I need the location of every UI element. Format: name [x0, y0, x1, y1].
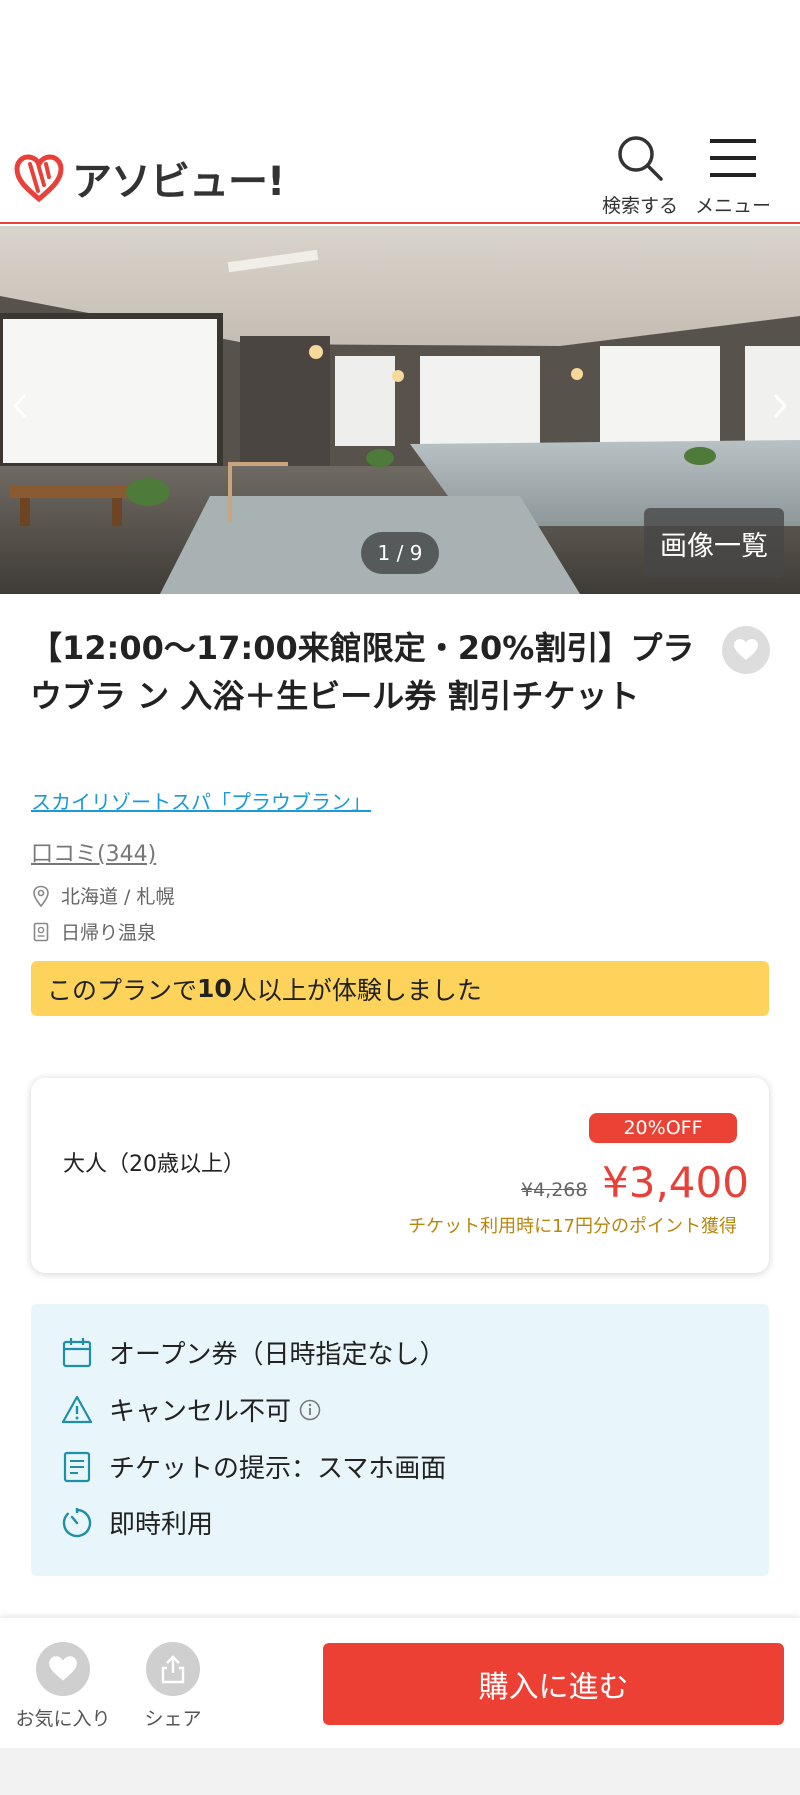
favorite-button[interactable]: お気に入り: [13, 1642, 113, 1731]
share-label: シェア: [144, 1708, 202, 1730]
share-button[interactable]: シェア: [123, 1642, 223, 1731]
menu-button[interactable]: メニュー: [688, 132, 778, 218]
site-header: アソビュー! 検索する メニュー: [0, 120, 800, 224]
bottom-action-bar: お気に入り シェア 購入に進む: [0, 1618, 800, 1748]
info-text-2: キャンセル不可: [109, 1397, 292, 1427]
status-bar-area: [0, 0, 800, 120]
search-button[interactable]: 検索する: [595, 132, 685, 218]
info-text-3: チケットの提示：スマホ画面: [109, 1454, 447, 1484]
warning-icon: [61, 1393, 93, 1427]
info-text-4: 即時利用: [109, 1510, 214, 1540]
ticket-type-label: 大人（20歳以上）: [63, 1152, 245, 1177]
location-text: 北海道 / 札幌: [61, 886, 175, 908]
site-logo[interactable]: アソビュー!: [14, 150, 285, 206]
original-price: ¥4,268: [521, 1179, 588, 1201]
share-icon: [161, 1655, 185, 1684]
search-icon: [614, 132, 666, 183]
timer-icon: [61, 1506, 93, 1540]
plan-title: 【12:00〜17:00来館限定・20%割引】プラウブラ ン 入浴＋生ビール券 …: [30, 629, 695, 715]
banner-prefix: このプランで: [47, 975, 198, 1005]
info-circle-icon[interactable]: [299, 1399, 321, 1421]
chevron-right-icon: [773, 393, 788, 419]
price-card: 大人（20歳以上） 20%OFF ¥4,268 ¥3,400 チケット利用時に1…: [31, 1078, 769, 1273]
points-note: チケット利用時に17円分のポイント獲得: [408, 1216, 737, 1237]
menu-label: メニュー: [694, 195, 771, 217]
heart-icon: [49, 1656, 77, 1681]
purchase-button[interactable]: 購入に進む: [323, 1643, 784, 1725]
search-label: 検索する: [601, 195, 678, 217]
info-presentation: チケットの提示：スマホ画面: [61, 1448, 446, 1485]
info-immediate-use: 即時利用: [61, 1504, 213, 1541]
image-counter: 1 / 9: [361, 532, 439, 574]
title-favorite-button[interactable]: [722, 626, 770, 674]
favorite-label: お気に入り: [15, 1708, 111, 1730]
category-icon: [31, 921, 51, 943]
info-cancellation: キャンセル不可: [61, 1391, 321, 1428]
hamburger-icon: [707, 132, 759, 183]
system-nav-area: [0, 1748, 800, 1795]
facility-link[interactable]: スカイリゾートスパ「プラウブラン」: [31, 786, 371, 815]
favorite-circle: [36, 1642, 90, 1696]
map-pin-icon: [31, 885, 51, 907]
info-ticket-type: オープン券（日時指定なし）: [61, 1334, 445, 1371]
heart-logo-icon: [14, 154, 64, 203]
banner-count: 10: [197, 974, 232, 1003]
calendar-icon: [61, 1336, 93, 1370]
category-text: 日帰り温泉: [61, 922, 157, 944]
experience-banner: このプランで 10 人以上が体験しました: [31, 961, 769, 1016]
carousel-prev-button[interactable]: [0, 376, 40, 436]
banner-suffix: 人以上が体験しました: [231, 975, 482, 1005]
location-row: 北海道 / 札幌: [31, 882, 174, 909]
ticket-info-box: オープン券（日時指定なし） キャンセル不可 チケットの提示：スマホ画面 即時利用: [31, 1304, 769, 1576]
logo-text: アソビュー!: [72, 159, 285, 205]
discount-badge: 20%OFF: [589, 1113, 737, 1143]
document-icon: [61, 1450, 93, 1484]
share-circle: [146, 1642, 200, 1696]
image-carousel[interactable]: 1 / 9 画像一覧: [0, 226, 800, 594]
carousel-next-button[interactable]: [760, 376, 800, 436]
sale-price: ¥3,400: [602, 1158, 749, 1207]
reviews-link[interactable]: 口コミ(344): [31, 836, 156, 868]
image-list-button[interactable]: 画像一覧: [644, 508, 784, 578]
info-text-1: オープン券（日時指定なし）: [109, 1340, 446, 1370]
heart-icon: [734, 639, 758, 660]
category-row: 日帰り温泉: [31, 918, 156, 945]
chevron-left-icon: [12, 393, 27, 419]
